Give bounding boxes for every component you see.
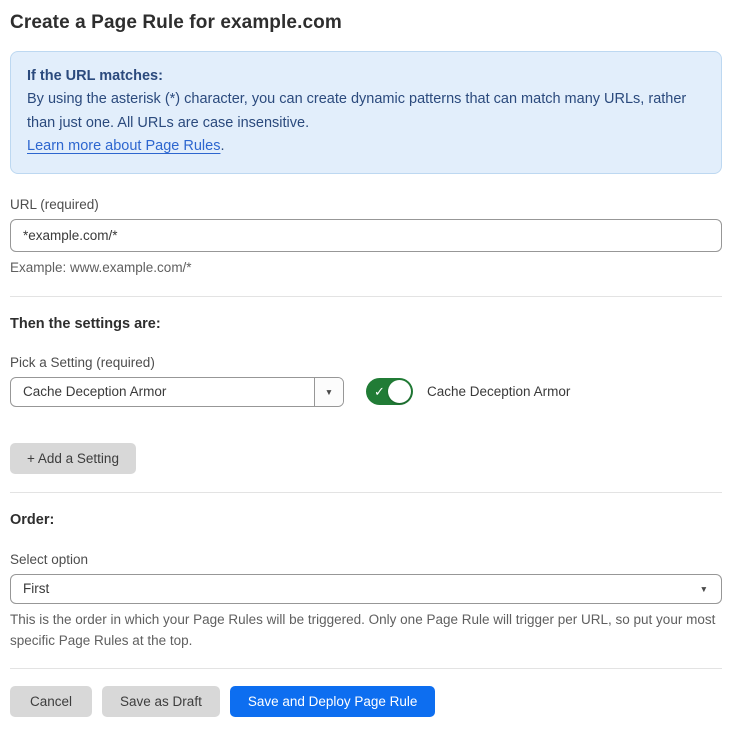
chevron-down-icon: ▼ [325,388,333,397]
url-field-label: URL (required) [10,197,722,212]
setting-toggle-wrap: ✓ Cache Deception Armor [366,378,570,405]
page-title: Create a Page Rule for example.com [10,12,722,34]
url-section: URL (required) Example: www.example.com/… [10,197,722,279]
chevron-down-icon: ▼ [700,585,708,594]
check-icon: ✓ [374,385,385,398]
create-page-rule-form: Create a Page Rule for example.com If th… [10,0,722,737]
link-suffix: . [220,138,224,154]
toggle-knob [388,380,411,403]
divider [10,668,722,669]
info-box-heading: If the URL matches: [27,68,163,84]
info-link-line: Learn more about Page Rules. [27,138,225,154]
save-as-draft-button[interactable]: Save as Draft [102,686,220,717]
setting-row: Cache Deception Armor ▼ ✓ Cache Deceptio… [10,377,722,407]
order-section-heading: Order: [10,512,722,528]
info-box-body: By using the asterisk (*) character, you… [27,88,705,135]
url-match-info-box: If the URL matches: By using the asteris… [10,51,722,174]
order-select[interactable]: First ▼ [10,574,722,604]
footer-button-row: Cancel Save as Draft Save and Deploy Pag… [10,686,722,717]
cache-deception-armor-toggle[interactable]: ✓ [366,378,413,405]
setting-select-arrow-button[interactable]: ▼ [314,378,343,406]
url-helper-text: Example: www.example.com/* [10,258,722,279]
divider [10,492,722,493]
url-input[interactable] [10,219,722,252]
order-select-value: First [11,575,700,603]
order-select-arrow: ▼ [700,575,721,603]
setting-select[interactable]: Cache Deception Armor ▼ [10,377,344,407]
learn-more-link[interactable]: Learn more about Page Rules [27,138,220,154]
divider [10,296,722,297]
cancel-button[interactable]: Cancel [10,686,92,717]
add-setting-button[interactable]: + Add a Setting [10,443,136,474]
save-and-deploy-button[interactable]: Save and Deploy Page Rule [230,686,436,717]
toggle-label: Cache Deception Armor [427,384,570,399]
order-select-label: Select option [10,552,722,567]
setting-select-value: Cache Deception Armor [11,378,314,406]
setting-picker-label: Pick a Setting (required) [10,355,722,370]
order-helper-text: This is the order in which your Page Rul… [10,610,722,652]
settings-section-heading: Then the settings are: [10,316,722,332]
